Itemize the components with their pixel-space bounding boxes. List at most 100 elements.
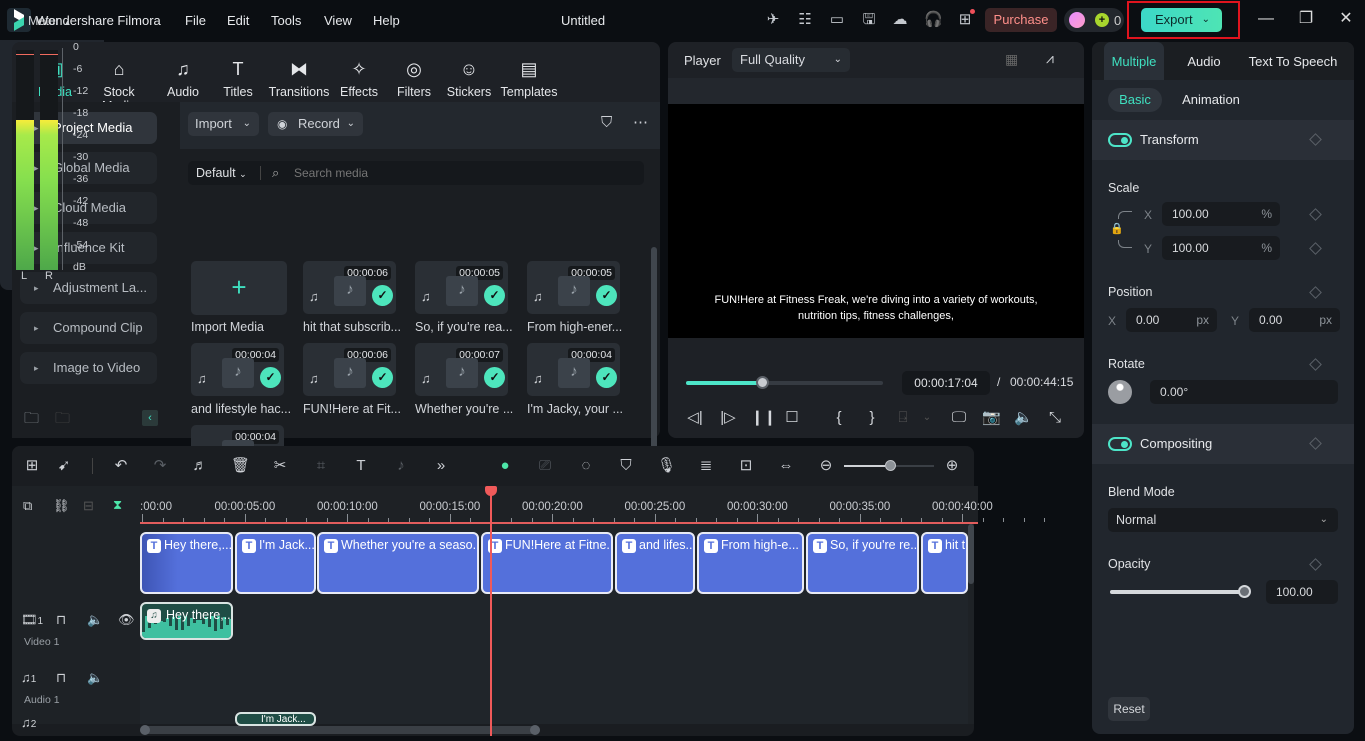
cloud-upload-icon[interactable]: ☁ (891, 11, 909, 29)
scale-x-field[interactable]: 100.00% (1162, 202, 1280, 226)
opacity-field[interactable]: 100.00 (1266, 580, 1338, 604)
display-icon[interactable]: 🖵 (950, 409, 968, 427)
visibility-eye-icon[interactable]: 👁 (118, 612, 135, 628)
lock-track-icon[interactable]: ⊓ (56, 670, 66, 686)
snap-icon[interactable]: ⧗ (113, 497, 122, 513)
pause-icon[interactable]: ❙❙ (751, 409, 776, 427)
layout-grid-icon[interactable]: ⊞ (23, 457, 41, 475)
playback-progress[interactable] (686, 376, 883, 389)
rotate-dial[interactable] (1108, 380, 1132, 404)
link-icon[interactable]: ⛓ (53, 498, 70, 514)
quality-dropdown[interactable]: Full Quality ⌄ (732, 48, 850, 72)
next-frame-icon[interactable]: |▷ (719, 409, 737, 427)
collapse-sidebar-button[interactable]: ‹ (142, 410, 158, 426)
save-icon[interactable]: 🖫 (860, 11, 878, 29)
menu-edit[interactable]: Edit (227, 13, 249, 28)
tab-text-to-speech[interactable]: Text To Speech (1248, 42, 1338, 80)
restore-button[interactable]: ❐ (1295, 8, 1317, 30)
hscroll-left-handle[interactable] (140, 725, 150, 735)
audio-clip[interactable]: I'm Jack... (235, 712, 316, 726)
select-tool-icon[interactable]: ➹ (55, 457, 73, 475)
timeline-vscroll-thumb[interactable] (968, 524, 974, 584)
video-clip[interactable]: T From high-e... (697, 532, 804, 594)
keyframe-icon[interactable] (1309, 358, 1322, 371)
grid-view-icon[interactable]: ▦ (1005, 51, 1018, 68)
tab-audio[interactable]: ♫ Audio (152, 58, 214, 99)
audio-stretch-icon[interactable]: ♪ (392, 457, 410, 475)
scale-y-field[interactable]: 100.00% (1162, 236, 1280, 260)
timeline-hscroll[interactable] (140, 725, 540, 735)
import-dropdown[interactable]: Import ⌄ (188, 112, 259, 136)
sidebar-item-adjustment-layer[interactable]: Adjustment La... (20, 272, 157, 304)
menu-help[interactable]: Help (373, 13, 400, 28)
compositing-toggle[interactable] (1108, 437, 1132, 451)
video-preview[interactable]: FUN!Here at Fitness Freak, we're diving … (668, 104, 1084, 338)
fullscreen-icon[interactable]: ⤡ (1046, 409, 1064, 427)
mute-track-icon[interactable]: 🔈 (87, 670, 103, 686)
playhead[interactable] (490, 486, 492, 736)
video-clip[interactable]: Tand lifes... (615, 532, 695, 594)
tab-multiple[interactable]: Multiple (1104, 42, 1164, 80)
volume-icon[interactable]: 🔈 (1014, 409, 1033, 427)
crop-icon[interactable]: ⌗ (312, 457, 330, 475)
chevron-down-icon[interactable]: ⌄ (918, 409, 936, 427)
subtab-basic[interactable]: Basic (1108, 88, 1162, 112)
keyframe-icon[interactable] (1309, 242, 1322, 255)
zoom-in-icon[interactable]: ⊕ (943, 457, 961, 475)
prev-frame-icon[interactable]: ◁| (686, 409, 704, 427)
mute-track-icon[interactable]: 🔈 (87, 612, 103, 628)
support-headset-icon[interactable]: 🎧 (924, 11, 943, 29)
meter-dropdown[interactable]: Meter ▲ (28, 14, 71, 28)
delete-folder-icon[interactable]: 🗀 (55, 408, 70, 433)
video-clip[interactable]: T So, if you're re... (806, 532, 919, 594)
menu-view[interactable]: View (324, 13, 352, 28)
position-x-field[interactable]: 0.00 px (1126, 308, 1217, 332)
add-track-icon[interactable]: ⧉ (23, 498, 32, 514)
record-dropdown[interactable]: ◉ Record ⌄ (268, 112, 363, 136)
import-media-tile[interactable]: + (191, 261, 287, 315)
subtab-animation[interactable]: Animation (1174, 88, 1248, 112)
video-clip[interactable]: T FUN!Here at Fitne... (481, 532, 613, 594)
media-item[interactable]: 00:00:06 ♫ ♪ ✓ (303, 343, 396, 396)
insert-icon[interactable]: ⍈ (894, 409, 912, 427)
more-tools-icon[interactable]: » (432, 457, 450, 475)
lock-track-icon[interactable]: ⊓ (56, 612, 66, 628)
keyframe-icon[interactable] (1309, 208, 1322, 221)
layout-icon[interactable]: ▭ (828, 11, 846, 29)
media-scrollbar[interactable] (651, 247, 657, 472)
ai-copilot-icon[interactable]: ● (496, 457, 514, 475)
marker-icon[interactable]: ⛉ (617, 457, 635, 475)
new-folder-icon[interactable]: 🗀 (24, 408, 39, 433)
reset-button[interactable]: Reset (1108, 697, 1150, 721)
more-options-icon[interactable]: ⋯ (633, 113, 648, 131)
position-y-field[interactable]: 0.00 px (1249, 308, 1340, 332)
filter-icon[interactable]: ⛉ (601, 114, 612, 131)
audio-clip[interactable]: ♫ Hey there,... (140, 602, 233, 640)
split-scissors-icon[interactable]: ✂ (271, 457, 289, 475)
media-item[interactable]: 00:00:06 ♫ ♪ ✓ (303, 261, 396, 314)
tab-stickers[interactable]: ☺ Stickers (438, 58, 500, 99)
menu-file[interactable]: File (185, 13, 206, 28)
search-input[interactable] (294, 164, 624, 182)
tab-audio-props[interactable]: Audio (1180, 42, 1228, 80)
media-item[interactable]: 00:00:04♫♪✓ (527, 343, 620, 396)
text-tool-icon[interactable]: T (352, 457, 370, 475)
tab-effects[interactable]: ✧ Effects (328, 58, 390, 99)
minimize-button[interactable]: — (1255, 8, 1277, 30)
media-item[interactable]: 00:00:07 ♫ ♪ ✓ (415, 343, 508, 396)
progress-handle[interactable] (755, 376, 769, 389)
media-item[interactable]: 00:00:05 ♫ ♪ ✓ (415, 261, 508, 314)
timeline-ruler[interactable]: :00:00 00:00:05:00 00:00:10:00 00:00:15:00 0… (140, 486, 1045, 524)
preview-quality-icon[interactable]: ⊡ (737, 457, 755, 475)
timeline-zoom-slider[interactable] (844, 460, 934, 471)
redo-icon[interactable]: ↷ (151, 457, 169, 475)
audio-edit-icon[interactable]: ♬ (191, 457, 209, 475)
media-item[interactable]: 00:00:04♫♪✓ (191, 343, 284, 396)
transform-toggle[interactable] (1108, 133, 1132, 147)
video-clip[interactable]: T Whether you're a seaso... (317, 532, 479, 594)
current-time[interactable]: 00:00:17:04 (902, 371, 990, 395)
snapshot-icon[interactable]: 📷 (982, 409, 1001, 427)
fit-timeline-icon[interactable]: ⇔ (777, 457, 795, 475)
opacity-slider[interactable] (1110, 585, 1251, 598)
video-clip[interactable]: T Hey there,... (140, 532, 233, 594)
